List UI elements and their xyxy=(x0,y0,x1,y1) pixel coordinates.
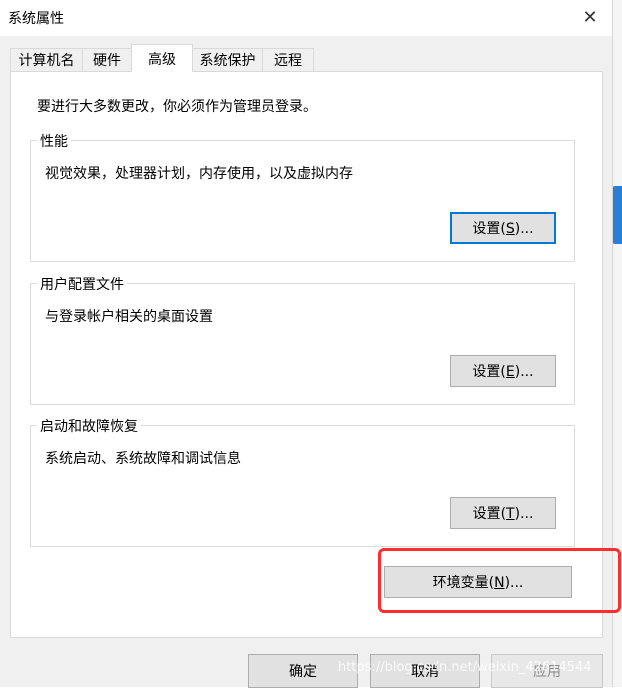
performance-button-suffix: )... xyxy=(514,221,534,237)
env-button-key: N xyxy=(494,575,505,591)
tab-advanced[interactable]: 高级 xyxy=(131,44,193,72)
ok-button[interactable]: 确定 xyxy=(248,654,358,688)
performance-group-title: 性能 xyxy=(37,131,71,151)
system-properties-dialog: 系统属性 ✕ 计算机名 硬件 高级 系统保护 远程 要进行大多数更改，你必须作为… xyxy=(0,0,613,688)
performance-description: 视觉效果，处理器计划，内存使用，以及虚拟内存 xyxy=(45,166,353,182)
user-profiles-description: 与登录帐户相关的桌面设置 xyxy=(45,309,213,325)
close-icon: ✕ xyxy=(582,6,598,28)
user-profiles-group: 用户配置文件 与登录帐户相关的桌面设置 设置(E)... xyxy=(30,274,575,405)
user-profiles-settings-button[interactable]: 设置(E)... xyxy=(450,355,556,387)
admin-note: 要进行大多数更改，你必须作为管理员登录。 xyxy=(37,99,317,115)
tab-computer-name[interactable]: 计算机名 xyxy=(10,48,83,71)
performance-button-key: S xyxy=(505,221,515,237)
title-bar: 系统属性 ✕ xyxy=(0,0,612,36)
tab-hardware[interactable]: 硬件 xyxy=(82,48,132,71)
cancel-button[interactable]: 取消 xyxy=(370,654,480,688)
env-button-prefix: 环境变量( xyxy=(432,575,495,591)
user-profiles-button-prefix: 设置( xyxy=(472,364,506,380)
user-profiles-button-suffix: )... xyxy=(514,364,534,380)
performance-button-prefix: 设置( xyxy=(472,221,506,237)
startup-recovery-description: 系统启动、系统故障和调试信息 xyxy=(45,451,241,467)
background-window-strip xyxy=(612,0,622,687)
performance-settings-button[interactable]: 设置(S)... xyxy=(450,212,556,244)
startup-recovery-group: 启动和故障恢复 系统启动、系统故障和调试信息 设置(T)... xyxy=(30,416,575,547)
tab-remote[interactable]: 远程 xyxy=(262,48,314,71)
environment-variables-button[interactable]: 环境变量(N)... xyxy=(384,566,572,598)
advanced-tab-panel: 要进行大多数更改，你必须作为管理员登录。 性能 视觉效果，处理器计划，内存使用，… xyxy=(10,71,603,638)
performance-group: 性能 视觉效果，处理器计划，内存使用，以及虚拟内存 设置(S)... xyxy=(30,131,575,262)
startup-recovery-settings-button[interactable]: 设置(T)... xyxy=(450,497,556,529)
window-title: 系统属性 xyxy=(8,11,64,27)
startup-recovery-button-suffix: )... xyxy=(514,506,534,522)
close-button[interactable]: ✕ xyxy=(570,2,610,32)
apply-button[interactable]: 应用 xyxy=(491,654,603,688)
tab-system-protection[interactable]: 系统保护 xyxy=(192,48,263,71)
env-button-suffix: )... xyxy=(504,575,524,591)
user-profiles-group-title: 用户配置文件 xyxy=(37,274,127,294)
startup-recovery-group-title: 启动和故障恢复 xyxy=(37,416,141,436)
startup-recovery-button-key: T xyxy=(506,506,515,522)
user-profiles-button-key: E xyxy=(505,364,515,380)
startup-recovery-button-prefix: 设置( xyxy=(472,506,507,522)
